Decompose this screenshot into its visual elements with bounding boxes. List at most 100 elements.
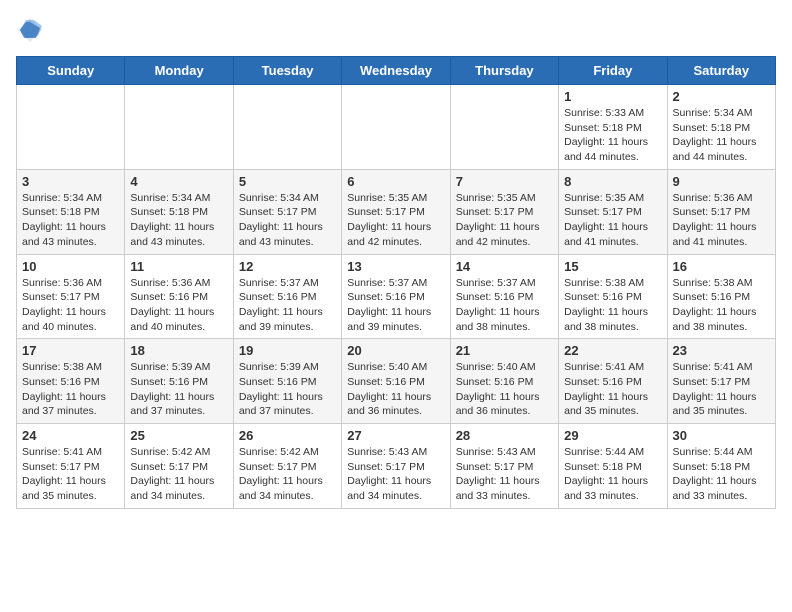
day-info: Sunrise: 5:36 AM Sunset: 5:17 PM Dayligh…	[673, 191, 770, 250]
day-number: 16	[673, 259, 770, 274]
day-info: Sunrise: 5:38 AM Sunset: 5:16 PM Dayligh…	[22, 360, 119, 419]
calendar-table: SundayMondayTuesdayWednesdayThursdayFrid…	[16, 56, 776, 509]
day-number: 28	[456, 428, 553, 443]
day-number: 11	[130, 259, 227, 274]
day-number: 23	[673, 343, 770, 358]
day-info: Sunrise: 5:40 AM Sunset: 5:16 PM Dayligh…	[347, 360, 444, 419]
calendar-week-row: 24 Sunrise: 5:41 AM Sunset: 5:17 PM Dayli…	[17, 424, 776, 509]
day-info: Sunrise: 5:42 AM Sunset: 5:17 PM Dayligh…	[130, 445, 227, 504]
day-number: 24	[22, 428, 119, 443]
day-info: Sunrise: 5:44 AM Sunset: 5:18 PM Dayligh…	[564, 445, 661, 504]
day-info: Sunrise: 5:36 AM Sunset: 5:16 PM Dayligh…	[130, 276, 227, 335]
calendar-cell: 12 Sunrise: 5:37 AM Sunset: 5:16 PM Dayli…	[233, 254, 341, 339]
day-info: Sunrise: 5:35 AM Sunset: 5:17 PM Dayligh…	[347, 191, 444, 250]
day-number: 27	[347, 428, 444, 443]
day-info: Sunrise: 5:37 AM Sunset: 5:16 PM Dayligh…	[456, 276, 553, 335]
day-number: 20	[347, 343, 444, 358]
day-number: 4	[130, 174, 227, 189]
day-info: Sunrise: 5:41 AM Sunset: 5:17 PM Dayligh…	[673, 360, 770, 419]
day-info: Sunrise: 5:44 AM Sunset: 5:18 PM Dayligh…	[673, 445, 770, 504]
calendar-cell: 25 Sunrise: 5:42 AM Sunset: 5:17 PM Dayli…	[125, 424, 233, 509]
calendar-cell	[125, 85, 233, 170]
calendar-cell: 26 Sunrise: 5:42 AM Sunset: 5:17 PM Dayli…	[233, 424, 341, 509]
day-info: Sunrise: 5:41 AM Sunset: 5:17 PM Dayligh…	[22, 445, 119, 504]
day-number: 29	[564, 428, 661, 443]
day-number: 6	[347, 174, 444, 189]
calendar-cell: 1 Sunrise: 5:33 AM Sunset: 5:18 PM Daylig…	[559, 85, 667, 170]
calendar-cell: 8Sunrise: 5:35 AM Sunset: 5:17 PM Daylig…	[559, 169, 667, 254]
calendar-cell: 20 Sunrise: 5:40 AM Sunset: 5:16 PM Dayli…	[342, 339, 450, 424]
calendar-cell: 9Sunrise: 5:36 AM Sunset: 5:17 PM Daylig…	[667, 169, 775, 254]
day-of-week-header: Sunday	[17, 57, 125, 85]
day-info: Sunrise: 5:35 AM Sunset: 5:17 PM Dayligh…	[456, 191, 553, 250]
day-info: Sunrise: 5:38 AM Sunset: 5:16 PM Dayligh…	[564, 276, 661, 335]
calendar-cell: 23 Sunrise: 5:41 AM Sunset: 5:17 PM Dayli…	[667, 339, 775, 424]
calendar-cell: 18 Sunrise: 5:39 AM Sunset: 5:16 PM Dayli…	[125, 339, 233, 424]
day-info: Sunrise: 5:41 AM Sunset: 5:16 PM Dayligh…	[564, 360, 661, 419]
calendar-cell: 5 Sunrise: 5:34 AM Sunset: 5:17 PM Daylig…	[233, 169, 341, 254]
day-of-week-header: Monday	[125, 57, 233, 85]
calendar-cell: 10Sunrise: 5:36 AM Sunset: 5:17 PM Dayli…	[17, 254, 125, 339]
day-number: 30	[673, 428, 770, 443]
logo	[16, 16, 48, 44]
day-info: Sunrise: 5:40 AM Sunset: 5:16 PM Dayligh…	[456, 360, 553, 419]
calendar-cell: 21Sunrise: 5:40 AM Sunset: 5:16 PM Dayli…	[450, 339, 558, 424]
day-info: Sunrise: 5:35 AM Sunset: 5:17 PM Dayligh…	[564, 191, 661, 250]
calendar-cell: 13 Sunrise: 5:37 AM Sunset: 5:16 PM Dayli…	[342, 254, 450, 339]
day-info: Sunrise: 5:43 AM Sunset: 5:17 PM Dayligh…	[347, 445, 444, 504]
page-header	[16, 16, 776, 44]
calendar-cell: 4 Sunrise: 5:34 AM Sunset: 5:18 PM Daylig…	[125, 169, 233, 254]
day-number: 5	[239, 174, 336, 189]
day-of-week-header: Thursday	[450, 57, 558, 85]
calendar-week-row: 1 Sunrise: 5:33 AM Sunset: 5:18 PM Daylig…	[17, 85, 776, 170]
calendar-cell: 27 Sunrise: 5:43 AM Sunset: 5:17 PM Dayli…	[342, 424, 450, 509]
calendar-cell: 3Sunrise: 5:34 AM Sunset: 5:18 PM Daylig…	[17, 169, 125, 254]
calendar-cell: 7 Sunrise: 5:35 AM Sunset: 5:17 PM Daylig…	[450, 169, 558, 254]
calendar-cell: 22Sunrise: 5:41 AM Sunset: 5:16 PM Dayli…	[559, 339, 667, 424]
day-of-week-header: Tuesday	[233, 57, 341, 85]
day-number: 3	[22, 174, 119, 189]
calendar-cell	[450, 85, 558, 170]
day-number: 26	[239, 428, 336, 443]
calendar-cell: 24 Sunrise: 5:41 AM Sunset: 5:17 PM Dayli…	[17, 424, 125, 509]
day-info: Sunrise: 5:34 AM Sunset: 5:17 PM Dayligh…	[239, 191, 336, 250]
calendar-header-row: SundayMondayTuesdayWednesdayThursdayFrid…	[17, 57, 776, 85]
day-number: 18	[130, 343, 227, 358]
calendar-cell: 11 Sunrise: 5:36 AM Sunset: 5:16 PM Dayli…	[125, 254, 233, 339]
calendar-cell: 17 Sunrise: 5:38 AM Sunset: 5:16 PM Dayli…	[17, 339, 125, 424]
day-of-week-header: Saturday	[667, 57, 775, 85]
day-of-week-header: Friday	[559, 57, 667, 85]
day-number: 14	[456, 259, 553, 274]
calendar-cell: 16 Sunrise: 5:38 AM Sunset: 5:16 PM Dayli…	[667, 254, 775, 339]
day-info: Sunrise: 5:39 AM Sunset: 5:16 PM Dayligh…	[130, 360, 227, 419]
day-info: Sunrise: 5:38 AM Sunset: 5:16 PM Dayligh…	[673, 276, 770, 335]
day-number: 25	[130, 428, 227, 443]
day-info: Sunrise: 5:34 AM Sunset: 5:18 PM Dayligh…	[130, 191, 227, 250]
calendar-cell	[342, 85, 450, 170]
calendar-cell: 28 Sunrise: 5:43 AM Sunset: 5:17 PM Dayli…	[450, 424, 558, 509]
day-info: Sunrise: 5:34 AM Sunset: 5:18 PM Dayligh…	[673, 106, 770, 165]
day-info: Sunrise: 5:43 AM Sunset: 5:17 PM Dayligh…	[456, 445, 553, 504]
day-number: 2	[673, 89, 770, 104]
day-number: 1	[564, 89, 661, 104]
day-info: Sunrise: 5:33 AM Sunset: 5:18 PM Dayligh…	[564, 106, 661, 165]
day-info: Sunrise: 5:39 AM Sunset: 5:16 PM Dayligh…	[239, 360, 336, 419]
day-info: Sunrise: 5:42 AM Sunset: 5:17 PM Dayligh…	[239, 445, 336, 504]
calendar-cell: 29 Sunrise: 5:44 AM Sunset: 5:18 PM Dayli…	[559, 424, 667, 509]
day-number: 12	[239, 259, 336, 274]
day-number: 10	[22, 259, 119, 274]
calendar-cell: 2 Sunrise: 5:34 AM Sunset: 5:18 PM Daylig…	[667, 85, 775, 170]
day-info: Sunrise: 5:37 AM Sunset: 5:16 PM Dayligh…	[239, 276, 336, 335]
calendar-week-row: 10Sunrise: 5:36 AM Sunset: 5:17 PM Dayli…	[17, 254, 776, 339]
day-number: 19	[239, 343, 336, 358]
calendar-cell: 19 Sunrise: 5:39 AM Sunset: 5:16 PM Dayli…	[233, 339, 341, 424]
day-number: 15	[564, 259, 661, 274]
calendar-cell	[17, 85, 125, 170]
calendar-cell: 15 Sunrise: 5:38 AM Sunset: 5:16 PM Dayli…	[559, 254, 667, 339]
day-number: 17	[22, 343, 119, 358]
day-number: 13	[347, 259, 444, 274]
logo-icon	[16, 16, 44, 44]
day-number: 7	[456, 174, 553, 189]
calendar-cell: 30 Sunrise: 5:44 AM Sunset: 5:18 PM Dayli…	[667, 424, 775, 509]
day-info: Sunrise: 5:37 AM Sunset: 5:16 PM Dayligh…	[347, 276, 444, 335]
